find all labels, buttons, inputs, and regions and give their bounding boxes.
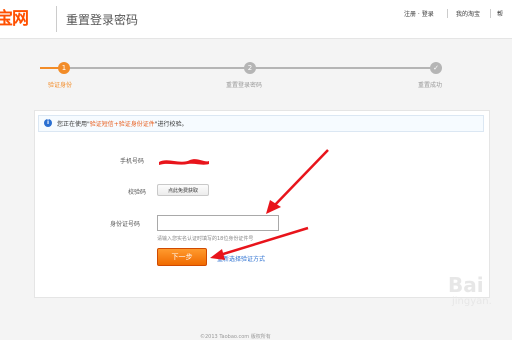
step-2-icon: 2 bbox=[244, 62, 256, 74]
step-1-label: 验证身份 bbox=[48, 82, 73, 89]
step-2-label: 重置登录密码 bbox=[226, 82, 263, 89]
id-number-hint: 请输入您实名认证时填写的18位身份证件号 bbox=[157, 236, 254, 242]
get-sms-code-button[interactable]: 点此免费获取 bbox=[157, 184, 209, 196]
top-link-divider bbox=[490, 9, 491, 18]
phone-number-redacted bbox=[158, 153, 210, 172]
taobao-logo[interactable]: 宝网 bbox=[0, 4, 29, 29]
footer-copyright: ©2013 Taobao.com 版权所有 bbox=[200, 334, 271, 340]
register-login-link[interactable]: 注册 · 登录 bbox=[404, 9, 434, 18]
id-number-label: 身份证号码 bbox=[110, 221, 141, 228]
notice-text: 您正在使用"验证短信+验证身份证件"进行校验。 bbox=[57, 119, 188, 128]
id-number-input[interactable] bbox=[157, 215, 279, 231]
page-title: 重置登录密码 bbox=[66, 13, 139, 27]
top-link-divider bbox=[447, 9, 448, 18]
baidu-jingyan-watermark: Bai jingyan. bbox=[448, 274, 492, 308]
watermark-logo: Bai bbox=[448, 273, 484, 297]
phone-label: 手机号码 bbox=[120, 158, 145, 165]
logo-divider bbox=[56, 6, 57, 32]
my-taobao-link[interactable]: 我的淘宝 bbox=[456, 9, 480, 18]
step-connector bbox=[64, 67, 250, 69]
step-connector bbox=[250, 67, 436, 69]
step-3-label: 重置成功 bbox=[418, 82, 443, 89]
info-icon: i bbox=[44, 119, 52, 127]
notice-prefix: 您正在使用" bbox=[57, 121, 90, 128]
checkmark-icon: ✓ bbox=[430, 62, 442, 74]
notice-suffix: "进行校验。 bbox=[154, 121, 188, 128]
help-link[interactable]: 帮 bbox=[497, 9, 503, 18]
watermark-site: jingyan. bbox=[452, 296, 492, 307]
switch-verification-link[interactable]: 重新选择验证方式 bbox=[217, 254, 265, 263]
sms-code-label: 校验码 bbox=[128, 189, 147, 196]
step-1-icon: 1 bbox=[58, 62, 70, 74]
notice-method: 验证短信+验证身份证件 bbox=[89, 121, 155, 128]
next-step-button[interactable]: 下一步 bbox=[157, 248, 207, 266]
verify-form-panel bbox=[34, 110, 490, 298]
